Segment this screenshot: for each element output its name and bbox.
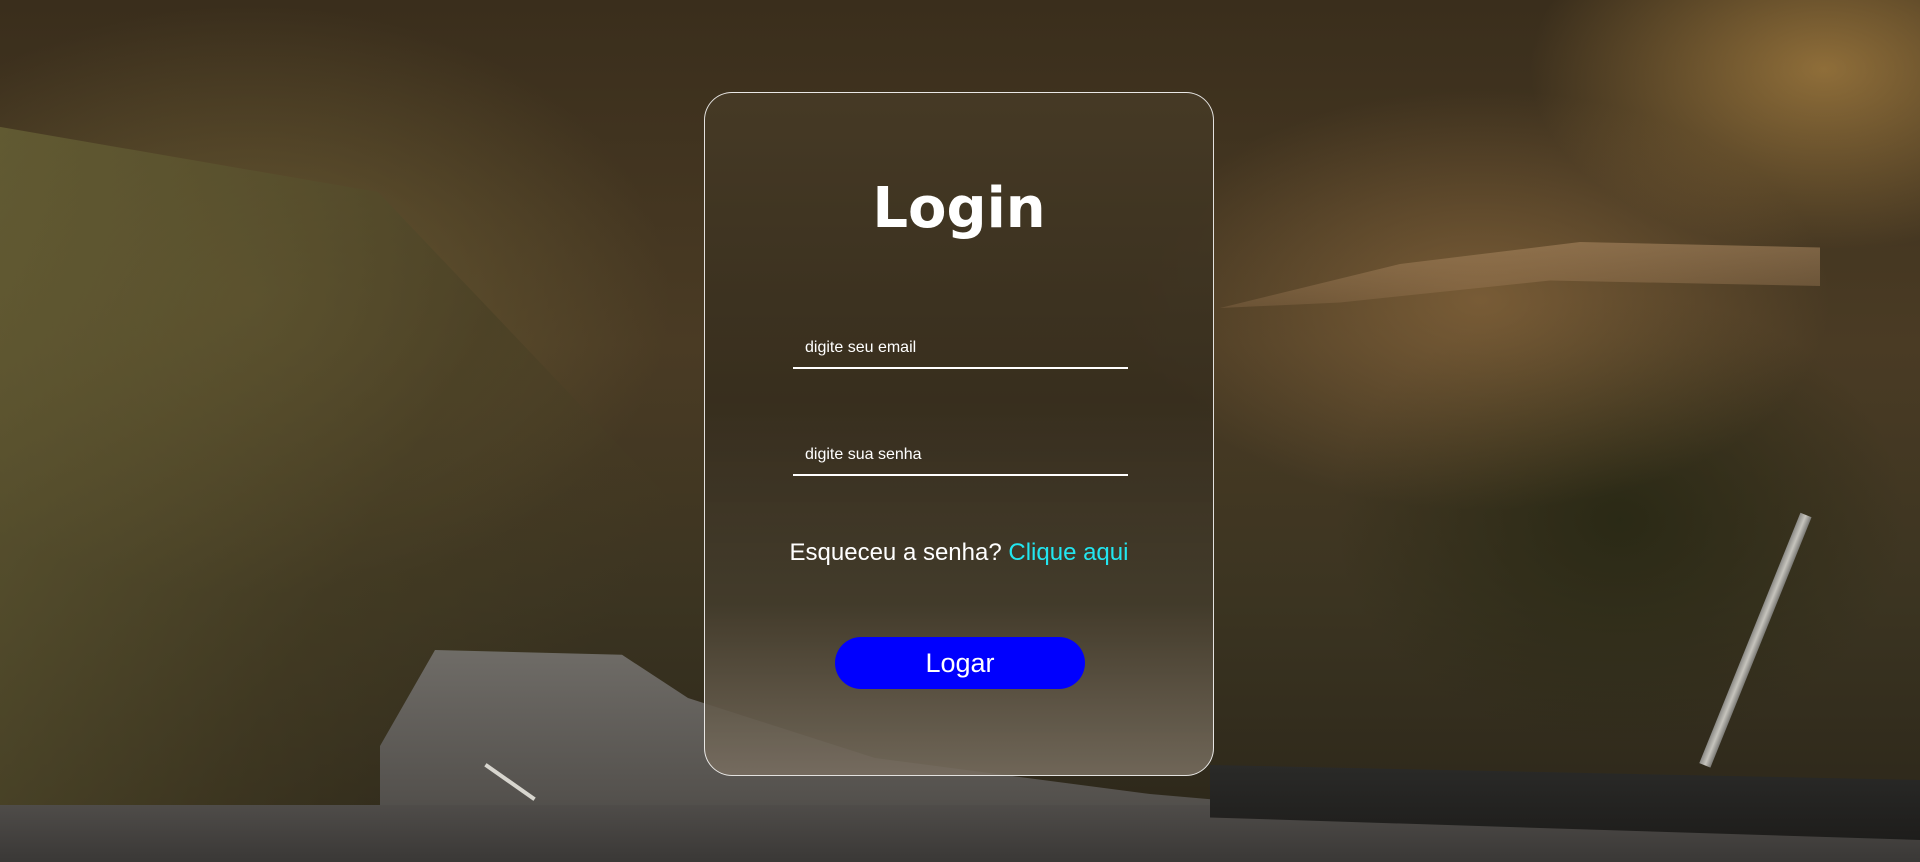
password-input[interactable]	[793, 436, 1128, 476]
login-title: Login	[872, 176, 1046, 241]
login-card: Login Esqueceu a senha? Clique aqui Loga…	[704, 92, 1214, 776]
login-button[interactable]: Logar	[835, 637, 1085, 689]
forgot-password-text: Esqueceu a senha?	[789, 539, 1009, 566]
forgot-password-row: Esqueceu a senha? Clique aqui	[705, 541, 1213, 565]
email-input[interactable]	[793, 329, 1128, 369]
forgot-password-link[interactable]: Clique aqui	[1008, 539, 1128, 566]
bg-sign-post	[1699, 512, 1812, 768]
bg-ridge	[1220, 242, 1820, 308]
